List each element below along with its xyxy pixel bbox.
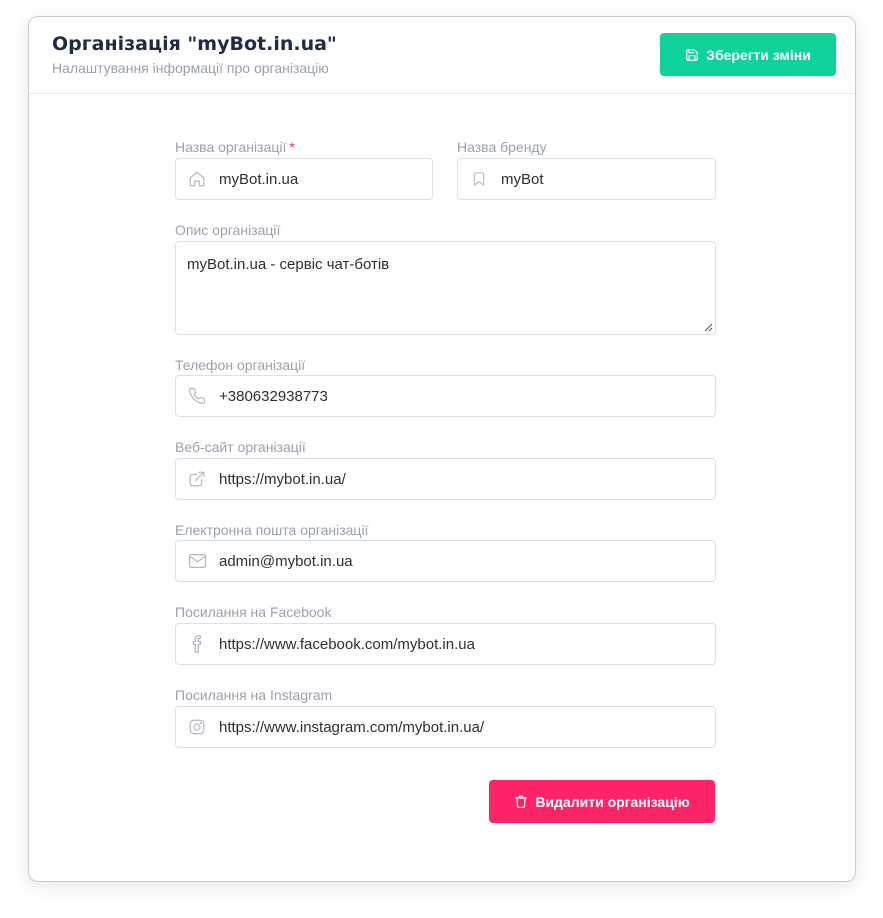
facebook-input[interactable] bbox=[219, 635, 715, 653]
delete-organization-button[interactable]: Видалити організацію bbox=[489, 780, 715, 823]
brand-name-field[interactable] bbox=[457, 158, 716, 200]
external-link-icon bbox=[187, 469, 207, 489]
description-label: Опис організації bbox=[175, 222, 281, 238]
bookmark-icon bbox=[469, 169, 489, 189]
save-icon bbox=[685, 48, 699, 62]
description-textarea[interactable]: myBot.in.ua - сервіс чат-ботів bbox=[187, 256, 705, 324]
website-input[interactable] bbox=[219, 470, 715, 488]
instagram-label: Посилання на Instagram bbox=[175, 687, 333, 703]
facebook-label: Посилання на Facebook bbox=[175, 604, 332, 620]
org-name-label: Назва організації * bbox=[175, 139, 295, 155]
phone-icon bbox=[187, 386, 207, 406]
save-changes-button[interactable]: Зберегти зміни bbox=[660, 33, 836, 76]
facebook-field[interactable] bbox=[175, 623, 716, 665]
description-field[interactable]: myBot.in.ua - сервіс чат-ботів bbox=[175, 241, 716, 335]
home-icon bbox=[187, 169, 207, 189]
email-field[interactable] bbox=[175, 540, 716, 582]
org-name-field[interactable] bbox=[175, 158, 433, 200]
save-button-label: Зберегти зміни bbox=[706, 46, 811, 63]
card-header: Організація "myBot.in.ua" Налаштування і… bbox=[29, 17, 855, 94]
website-label: Веб-сайт організації bbox=[175, 439, 306, 455]
mail-icon bbox=[187, 551, 207, 571]
required-mark: * bbox=[289, 139, 295, 155]
phone-label: Телефон організації bbox=[175, 357, 306, 373]
brand-name-label: Назва бренду bbox=[457, 139, 547, 155]
instagram-input[interactable] bbox=[219, 718, 715, 736]
delete-button-label: Видалити організацію bbox=[535, 793, 690, 810]
email-label: Електронна пошта організації bbox=[175, 522, 369, 538]
organization-settings-card: Організація "myBot.in.ua" Налаштування і… bbox=[28, 16, 856, 882]
instagram-field[interactable] bbox=[175, 706, 716, 748]
org-name-input[interactable] bbox=[219, 170, 432, 188]
resize-handle-icon[interactable] bbox=[703, 322, 713, 332]
page-title: Організація "myBot.in.ua" bbox=[52, 33, 337, 55]
website-field[interactable] bbox=[175, 458, 716, 500]
phone-input[interactable] bbox=[219, 387, 715, 405]
brand-name-input[interactable] bbox=[501, 170, 715, 188]
facebook-icon bbox=[187, 634, 207, 654]
trash-icon bbox=[514, 794, 528, 809]
phone-field[interactable] bbox=[175, 375, 716, 417]
email-input[interactable] bbox=[219, 552, 715, 570]
page-subtitle: Налаштування інформації про організацію bbox=[52, 60, 329, 76]
instagram-icon bbox=[187, 717, 207, 737]
